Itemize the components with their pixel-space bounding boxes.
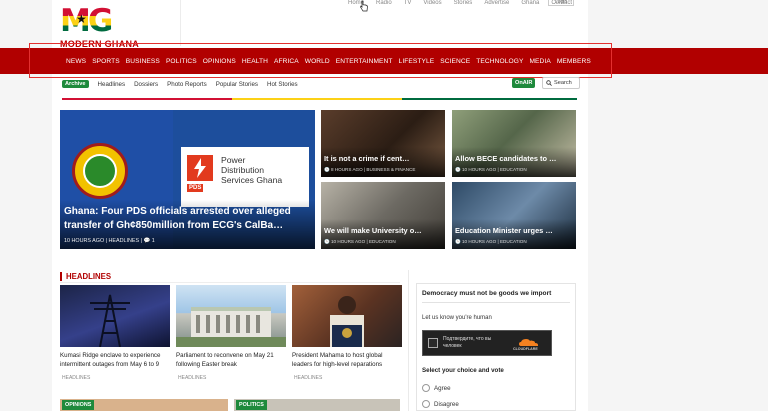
cloudflare-icon — [519, 339, 538, 346]
subnav-hot-stories[interactable]: Hot Stories — [267, 81, 298, 88]
pds-sign: PDS Power Distribution Services Ghana — [181, 147, 309, 207]
headline-card-tag[interactable]: HEADLINES — [294, 375, 322, 381]
poll-rule — [422, 302, 570, 303]
tricolor-divider — [62, 98, 577, 100]
search-button[interactable]: Search — [542, 77, 580, 89]
poll-choice-title: Select your choice and vote — [422, 367, 504, 374]
star-icon: ★ — [76, 12, 87, 26]
poll-option-disagree[interactable]: Disagree — [422, 400, 459, 408]
column-divider — [408, 270, 409, 411]
topnav-stories[interactable]: Stories — [454, 0, 473, 8]
captcha-widget[interactable]: Подтвердите, что вы человек CLOUDFLARE — [422, 330, 552, 356]
subnav-headlines[interactable]: Headlines — [98, 81, 126, 88]
tile-title[interactable]: We will make University o… — [324, 226, 422, 235]
tile-title[interactable]: Allow BECE candidates to … — [455, 154, 556, 163]
poll-option-label: Agree — [434, 384, 451, 392]
cloudflare-label: CLOUDFLARE — [513, 347, 538, 351]
sub-nav: Archive Headlines Dossiers Photo Reports… — [62, 78, 298, 90]
tile-title[interactable]: Education Minister urges … — [455, 226, 553, 235]
nav-highlight-box — [29, 43, 612, 78]
ecg-seal-icon — [72, 143, 128, 199]
human-check-text: Let us know you're human — [422, 315, 492, 321]
story-tile[interactable]: We will make University o… 🕒 10 HOURS AG… — [321, 182, 445, 249]
headline-image[interactable] — [60, 285, 170, 348]
header-divider — [180, 0, 181, 46]
pds-logo-icon — [187, 155, 213, 181]
onair-button[interactable]: OnAIR — [512, 78, 536, 88]
headlines-accent — [60, 272, 62, 281]
story-tile[interactable]: It is not a crime if cent… 🕒 8 HOURS AGO… — [321, 110, 445, 177]
radio-button[interactable] — [422, 400, 430, 408]
captcha-checkbox[interactable] — [428, 338, 438, 348]
poll-option-agree[interactable]: Agree — [422, 384, 451, 392]
politics-tag[interactable]: POLITICS — [236, 400, 267, 410]
tile-meta: 🕒 10 HOURS AGO | EDUCATION — [324, 239, 396, 244]
parliament-building-icon — [176, 307, 286, 347]
archive-button[interactable]: Archive — [62, 80, 89, 88]
pds-name: Power Distribution Services Ghana — [221, 155, 283, 185]
login-button[interactable]: Login — [548, 0, 574, 6]
search-label: Search — [554, 80, 572, 86]
top-nav: Home Radio TV Videos Stories Advertise G… — [348, 0, 572, 8]
headline-card-title[interactable]: Parliament to reconvene on May 21 follow… — [176, 352, 288, 369]
featured-story[interactable]: PDS Power Distribution Services Ghana Gh… — [60, 110, 315, 249]
headlines-title[interactable]: HEADLINES — [66, 272, 111, 281]
opinions-tag[interactable]: OPINIONS — [62, 400, 95, 410]
headline-image[interactable] — [292, 285, 402, 347]
topnav-radio[interactable]: Radio — [376, 0, 392, 8]
subnav-dossiers[interactable]: Dossiers — [134, 81, 158, 88]
headline-card-tag[interactable]: HEADLINES — [62, 375, 90, 381]
subnav-popular-stories[interactable]: Popular Stories — [216, 81, 258, 88]
tile-meta: 🕒 8 HOURS AGO | BUSINESS & FINANCE — [324, 167, 416, 172]
poll-title: Democracy must not be goods we import — [422, 290, 552, 297]
tile-meta: 🕒 10 HOURS AGO | EDUCATION — [455, 239, 527, 244]
hero-title[interactable]: Ghana: Four PDS officials arrested over … — [64, 205, 312, 233]
tile-meta: 🕒 10 HOURS AGO | EDUCATION — [455, 167, 527, 172]
power-pylon-icon — [90, 294, 130, 348]
topnav-advertise[interactable]: Advertise — [484, 0, 509, 8]
site-logo[interactable]: MG ★ MODERN GHANA — [60, 5, 152, 50]
hand-cursor-icon — [360, 0, 368, 12]
headlines-rule — [60, 282, 400, 283]
topnav-videos[interactable]: Videos — [423, 0, 441, 8]
story-tile[interactable]: Allow BECE candidates to … 🕒 10 HOURS AG… — [452, 110, 576, 177]
logo-mark: MG — [60, 6, 122, 37]
tile-title[interactable]: It is not a crime if cent… — [324, 154, 409, 163]
search-icon — [546, 80, 552, 86]
headline-card-title[interactable]: Kumasi Ridge enclave to experience inter… — [60, 352, 172, 369]
story-tile[interactable]: Education Minister urges … 🕒 10 HOURS AG… — [452, 182, 576, 249]
captcha-label: Подтвердите, что вы человек — [443, 336, 492, 349]
page: MG ★ MODERN GHANA Home Radio TV Videos S… — [0, 0, 768, 411]
pds-logo-label: PDS — [187, 184, 204, 192]
headline-image[interactable] — [176, 285, 286, 347]
headline-card-tag[interactable]: HEADLINES — [178, 375, 206, 381]
topnav-tv[interactable]: TV — [404, 0, 412, 8]
speaker-podium-icon — [330, 296, 364, 347]
radio-button[interactable] — [422, 384, 430, 392]
poll-option-label: Disagree — [434, 400, 459, 408]
topnav-ghana[interactable]: Ghana — [521, 0, 539, 8]
poll-widget: Democracy must not be goods we import Le… — [416, 283, 576, 411]
subnav-photo-reports[interactable]: Photo Reports — [167, 81, 207, 88]
hero-meta: 10 HOURS AGO | HEADLINES | 💬 1 — [64, 238, 155, 244]
headline-card-title[interactable]: President Mahama to host global leaders … — [292, 352, 404, 369]
